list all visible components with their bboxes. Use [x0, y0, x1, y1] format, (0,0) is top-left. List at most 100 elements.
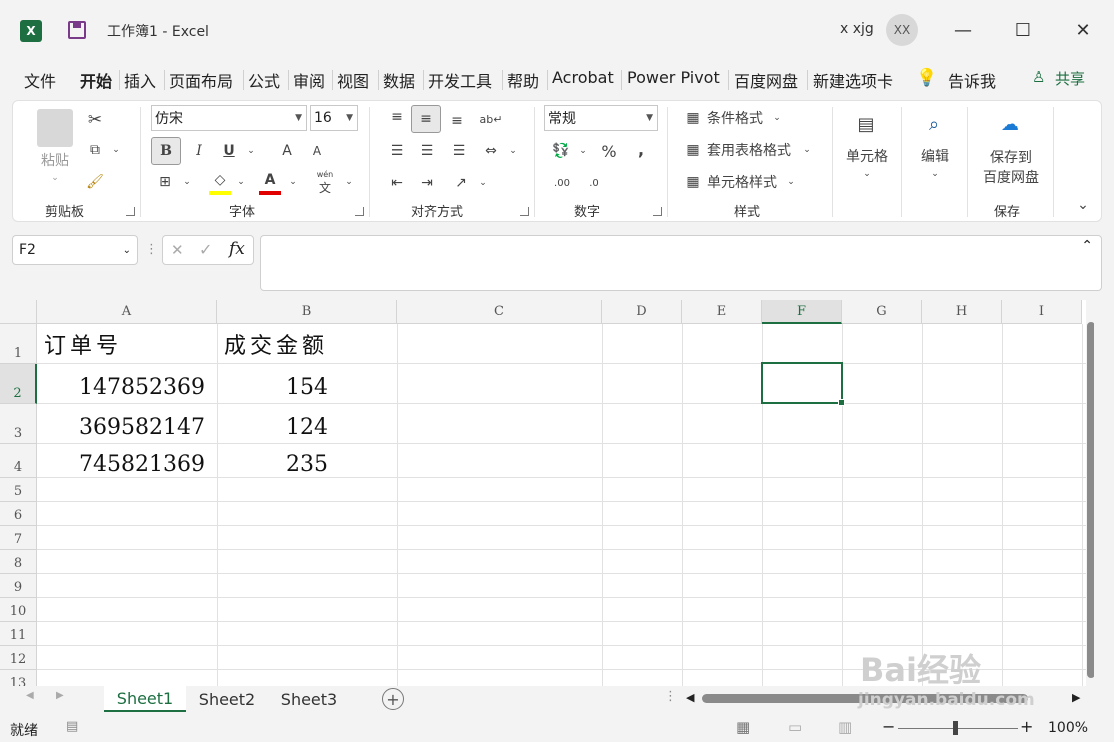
align-bottom-icon[interactable]: ≡ — [445, 109, 469, 133]
wrap-text-icon[interactable]: ab↵ — [479, 107, 503, 131]
column-header-c[interactable]: C — [397, 300, 602, 324]
accounting-format-icon[interactable]: 💱 — [547, 139, 575, 163]
sheet-tab-2[interactable]: Sheet2 — [188, 686, 266, 712]
page-layout-view-icon[interactable]: ▭ — [788, 718, 802, 736]
merge-center-icon[interactable]: ⇔ — [479, 139, 503, 163]
underline-button[interactable]: U — [217, 137, 241, 165]
chevron-down-icon[interactable]: ⌄ — [785, 171, 797, 193]
row-header-8[interactable]: 8 — [0, 550, 37, 574]
shrink-font-button[interactable]: A — [305, 137, 329, 165]
column-header-d[interactable]: D — [602, 300, 682, 324]
tab-help[interactable]: 帮助 — [507, 68, 539, 92]
font-color-dropdown-icon[interactable]: ⌄ — [287, 169, 299, 195]
tab-home[interactable]: 开始 — [80, 68, 112, 92]
tab-baidu-pan[interactable]: 百度网盘 — [734, 68, 798, 92]
lightbulb-icon[interactable]: 💡 — [916, 68, 937, 88]
align-top-icon[interactable]: ≡ — [385, 105, 409, 129]
normal-view-icon[interactable]: ▦ — [736, 718, 750, 736]
cell-styles-icon[interactable]: ▦ — [683, 171, 703, 193]
maximize-button[interactable]: ☐ — [1008, 15, 1038, 45]
row-header-1[interactable]: 1 — [0, 324, 37, 364]
close-button[interactable]: ✕ — [1068, 15, 1098, 45]
underline-dropdown-icon[interactable]: ⌄ — [245, 137, 257, 165]
macro-record-icon[interactable]: ▤ — [66, 719, 78, 734]
orientation-dropdown-icon[interactable]: ⌄ — [477, 171, 489, 195]
drag-handle-icon[interactable]: ⋮ — [145, 242, 158, 257]
font-launcher-icon[interactable] — [355, 207, 364, 216]
name-box[interactable]: F2 ⌄ — [12, 235, 138, 265]
zoom-out-button[interactable]: − — [882, 717, 895, 736]
editing-button[interactable]: 编辑 — [913, 145, 957, 167]
minimize-button[interactable]: — — [948, 15, 978, 45]
phonetic-dropdown-icon[interactable]: ⌄ — [343, 169, 355, 195]
chevron-down-icon[interactable]: ⌄ — [771, 107, 783, 129]
column-header-b[interactable]: B — [217, 300, 397, 324]
enter-icon[interactable]: ✓ — [199, 240, 212, 259]
sheet-tab-1[interactable]: Sheet1 — [104, 686, 186, 712]
number-launcher-icon[interactable] — [653, 207, 662, 216]
row-header-7[interactable]: 7 — [0, 526, 37, 550]
collapse-formula-icon[interactable]: ⌃ — [1081, 238, 1093, 254]
grow-font-button[interactable]: A — [275, 137, 299, 165]
format-table-icon[interactable]: ▦ — [683, 139, 703, 161]
comma-button[interactable]: , — [631, 137, 651, 161]
orientation-icon[interactable]: ↗ — [449, 171, 473, 195]
paste-dropdown-icon[interactable]: ⌄ — [47, 171, 63, 185]
share-icon[interactable]: ♙ — [1032, 68, 1045, 86]
align-center-icon[interactable]: ☰ — [415, 139, 439, 163]
zoom-in-button[interactable]: + — [1020, 717, 1033, 736]
column-header-f[interactable]: F — [762, 300, 842, 324]
tab-acrobat[interactable]: Acrobat — [552, 68, 614, 87]
chevron-down-icon[interactable]: ⌄ — [929, 167, 941, 181]
cut-icon[interactable]: ✂ — [83, 109, 107, 131]
percent-button[interactable]: % — [597, 139, 621, 163]
sheet-tab-3[interactable]: Sheet3 — [270, 686, 348, 712]
row-header-13[interactable]: 13 — [0, 670, 37, 686]
tab-developer[interactable]: 开发工具 — [428, 68, 492, 92]
cell-styles-button[interactable]: 单元格样式 — [707, 171, 777, 193]
italic-button[interactable]: I — [187, 137, 211, 165]
fill-color-dropdown-icon[interactable]: ⌄ — [235, 169, 247, 195]
font-name-dropdown[interactable]: 仿宋 ▼ — [151, 105, 307, 131]
share-button[interactable]: 共享 — [1055, 68, 1085, 89]
decrease-decimal-button[interactable]: .0 — [579, 171, 609, 195]
column-header-e[interactable]: E — [682, 300, 762, 324]
avatar[interactable]: XX — [886, 14, 918, 46]
vertical-scroll-thumb[interactable] — [1087, 322, 1094, 678]
copy-dropdown-icon[interactable]: ⌄ — [109, 139, 123, 161]
font-size-dropdown[interactable]: 16 ▼ — [310, 105, 358, 131]
paste-button[interactable]: 粘贴 — [35, 151, 75, 169]
increase-indent-icon[interactable]: ⇥ — [415, 171, 439, 195]
increase-decimal-button[interactable]: .00 — [547, 171, 577, 195]
formula-input[interactable]: ⌃ — [260, 235, 1102, 291]
zoom-level[interactable]: 100% — [1048, 720, 1088, 736]
border-icon[interactable]: ⊞ — [153, 169, 177, 195]
cell-b3[interactable]: 124 — [286, 410, 328, 440]
collapse-ribbon-icon[interactable]: ⌄ — [1073, 195, 1093, 215]
cell-b1[interactable]: 成交金额 — [224, 330, 328, 360]
page-break-view-icon[interactable]: ▥ — [838, 718, 852, 736]
row-header-9[interactable]: 9 — [0, 574, 37, 598]
tab-file[interactable]: 文件 — [24, 68, 56, 92]
clipboard-launcher-icon[interactable] — [126, 207, 135, 216]
column-header-a[interactable]: A — [37, 300, 217, 324]
tab-page-layout[interactable]: 页面布局 — [169, 68, 233, 92]
tab-review[interactable]: 审阅 — [293, 68, 325, 92]
cancel-icon[interactable]: ✕ — [171, 241, 184, 259]
scroll-left-icon[interactable]: ◀ — [686, 691, 694, 704]
column-header-h[interactable]: H — [922, 300, 1002, 324]
row-header-10[interactable]: 10 — [0, 598, 37, 622]
select-all-corner[interactable] — [0, 300, 37, 324]
tab-formulas[interactable]: 公式 — [248, 68, 280, 92]
column-header-i[interactable]: I — [1002, 300, 1082, 324]
format-painter-icon[interactable]: 🖌 — [83, 171, 107, 193]
align-left-icon[interactable]: ☰ — [385, 139, 409, 163]
next-sheet-icon[interactable]: ▶ — [56, 690, 64, 701]
tab-power-pivot[interactable]: Power Pivot — [627, 68, 720, 87]
align-right-icon[interactable]: ☰ — [447, 139, 471, 163]
cell-a2[interactable]: 147852369 — [79, 370, 205, 400]
tab-new-tab[interactable]: 新建选项卡 — [813, 68, 893, 92]
copy-icon[interactable]: ⧉ — [83, 139, 107, 161]
cell-a4[interactable]: 745821369 — [79, 447, 205, 477]
zoom-slider-thumb[interactable] — [953, 721, 958, 735]
